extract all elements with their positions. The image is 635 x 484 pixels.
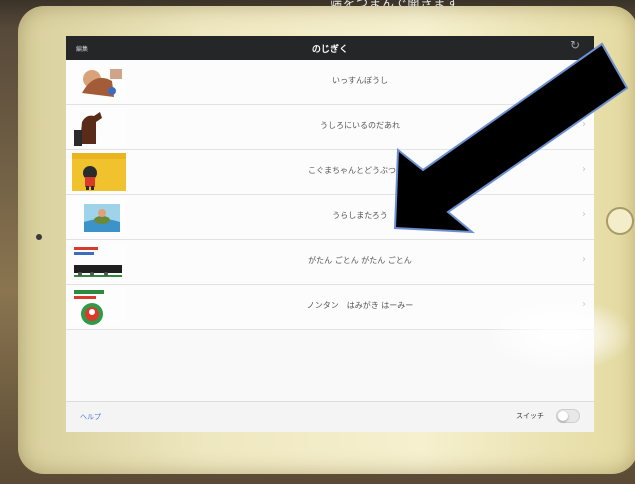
arrow-icon	[393, 42, 629, 234]
